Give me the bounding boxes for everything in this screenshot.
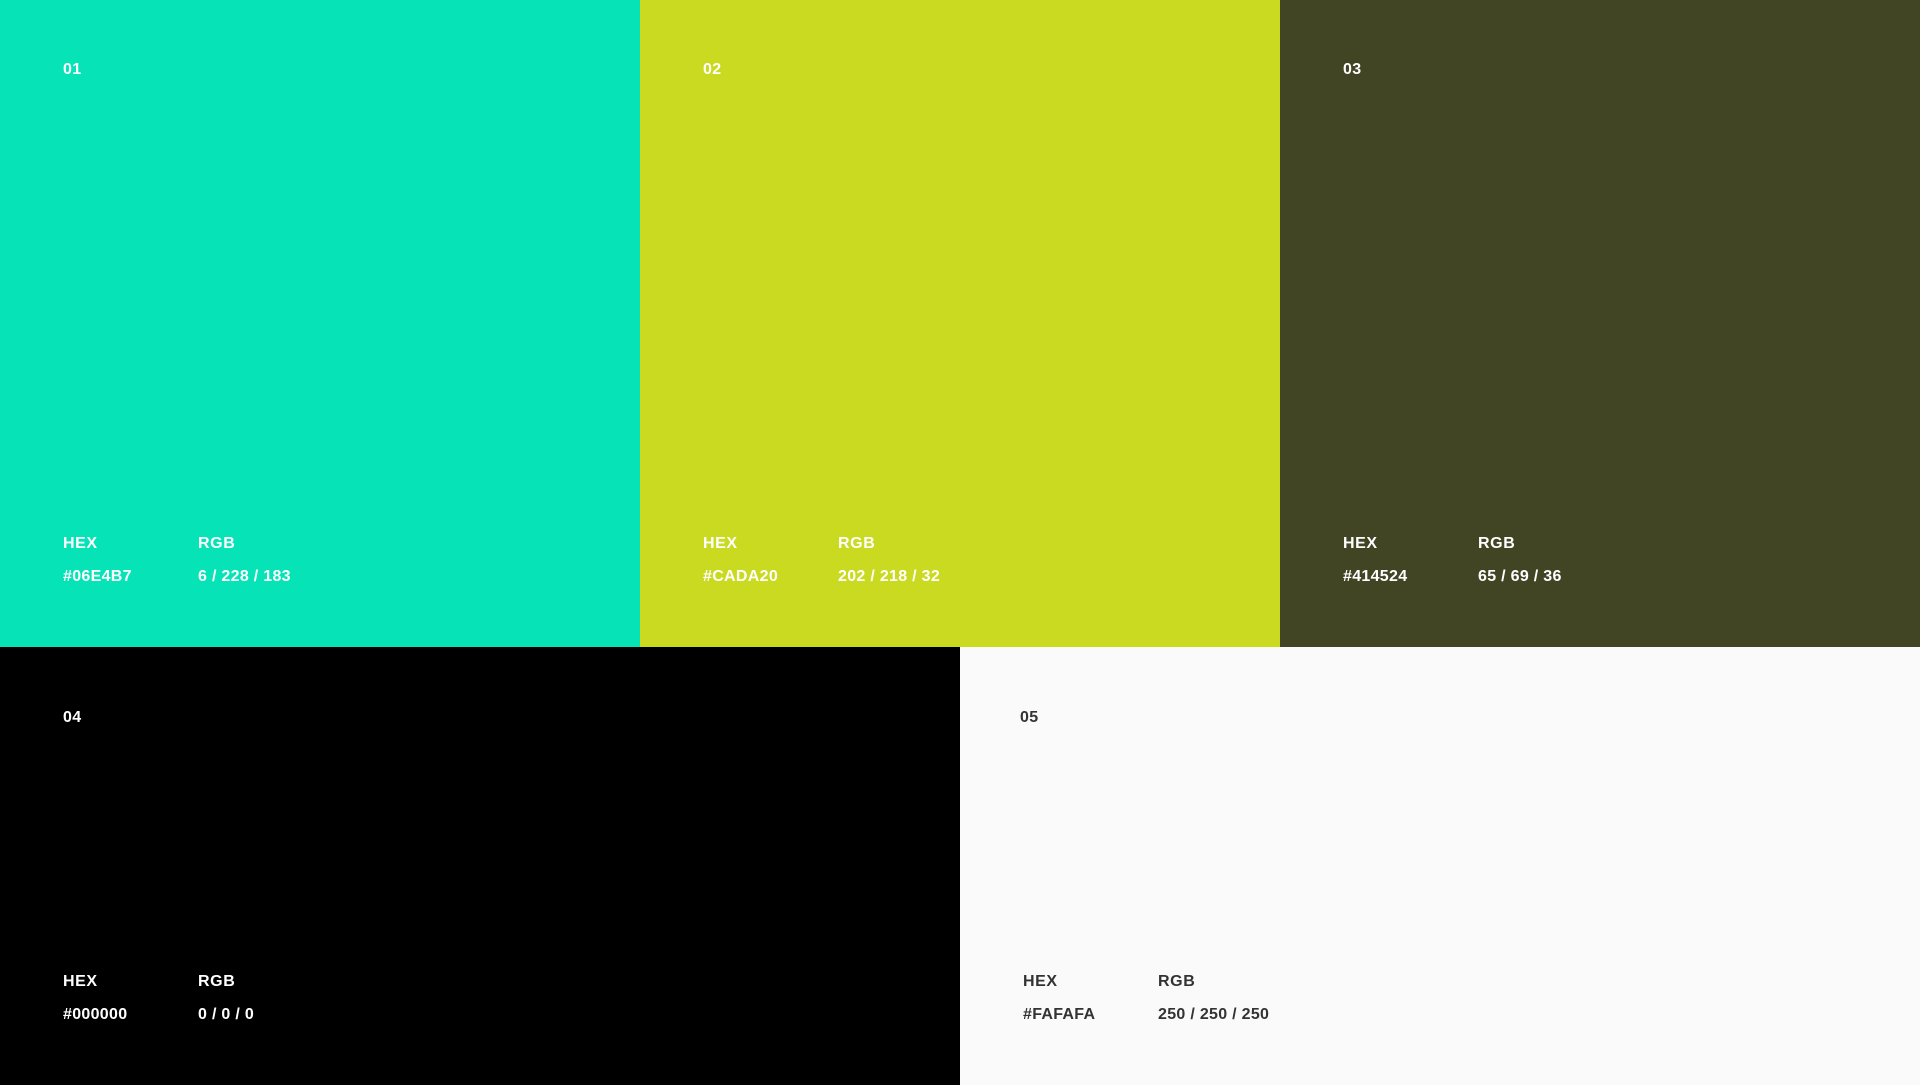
palette-row-top: 01 HEX #06E4B7 RGB 6 / 228 / 183 02 HEX … bbox=[0, 0, 1920, 647]
swatch-number: 01 bbox=[63, 61, 82, 78]
hex-value: #CADA20 bbox=[703, 568, 779, 585]
rgb-spec: RGB 65 / 69 / 36 bbox=[1478, 535, 1613, 586]
rgb-spec: RGB 0 / 0 / 0 bbox=[198, 973, 333, 1024]
swatch-specs: HEX #FAFAFA RGB 250 / 250 / 250 bbox=[1023, 973, 1293, 1024]
palette-row-bottom: 04 HEX #000000 RGB 0 / 0 / 0 05 HEX #FAF… bbox=[0, 647, 1920, 1085]
swatch-specs: HEX #06E4B7 RGB 6 / 228 / 183 bbox=[63, 535, 333, 586]
swatch-specs: HEX #000000 RGB 0 / 0 / 0 bbox=[63, 973, 333, 1024]
hex-label: HEX bbox=[1023, 973, 1058, 990]
rgb-value: 250 / 250 / 250 bbox=[1158, 1006, 1270, 1023]
rgb-label: RGB bbox=[1478, 535, 1516, 552]
rgb-spec: RGB 202 / 218 / 32 bbox=[838, 535, 973, 586]
hex-value: #414524 bbox=[1343, 568, 1408, 585]
swatch-01: 01 HEX #06E4B7 RGB 6 / 228 / 183 bbox=[0, 0, 640, 647]
rgb-spec: RGB 6 / 228 / 183 bbox=[198, 535, 333, 586]
hex-label: HEX bbox=[1343, 535, 1378, 552]
rgb-label: RGB bbox=[838, 535, 876, 552]
hex-spec: HEX #000000 bbox=[63, 973, 198, 1024]
hex-value: #000000 bbox=[63, 1006, 128, 1023]
swatch-05: 05 HEX #FAFAFA RGB 250 / 250 / 250 bbox=[960, 647, 1920, 1085]
hex-value: #FAFAFA bbox=[1023, 1006, 1096, 1023]
hex-spec: HEX #CADA20 bbox=[703, 535, 838, 586]
swatch-04: 04 HEX #000000 RGB 0 / 0 / 0 bbox=[0, 647, 960, 1085]
hex-spec: HEX #414524 bbox=[1343, 535, 1478, 586]
hex-label: HEX bbox=[63, 973, 98, 990]
rgb-label: RGB bbox=[198, 535, 236, 552]
hex-value: #06E4B7 bbox=[63, 568, 132, 585]
swatch-specs: HEX #414524 RGB 65 / 69 / 36 bbox=[1343, 535, 1613, 586]
hex-label: HEX bbox=[703, 535, 738, 552]
swatch-number: 04 bbox=[63, 709, 82, 726]
swatch-specs: HEX #CADA20 RGB 202 / 218 / 32 bbox=[703, 535, 973, 586]
swatch-02: 02 HEX #CADA20 RGB 202 / 218 / 32 bbox=[640, 0, 1280, 647]
rgb-label: RGB bbox=[1158, 973, 1196, 990]
swatch-03: 03 HEX #414524 RGB 65 / 69 / 36 bbox=[1280, 0, 1920, 647]
swatch-number: 05 bbox=[1020, 709, 1039, 726]
color-palette: 01 HEX #06E4B7 RGB 6 / 228 / 183 02 HEX … bbox=[0, 0, 1920, 1085]
rgb-value: 65 / 69 / 36 bbox=[1478, 568, 1562, 585]
rgb-value: 0 / 0 / 0 bbox=[198, 1006, 255, 1023]
rgb-label: RGB bbox=[198, 973, 236, 990]
swatch-number: 03 bbox=[1343, 61, 1362, 78]
rgb-value: 202 / 218 / 32 bbox=[838, 568, 941, 585]
hex-spec: HEX #FAFAFA bbox=[1023, 973, 1158, 1024]
hex-spec: HEX #06E4B7 bbox=[63, 535, 198, 586]
swatch-number: 02 bbox=[703, 61, 722, 78]
hex-label: HEX bbox=[63, 535, 98, 552]
rgb-value: 6 / 228 / 183 bbox=[198, 568, 291, 585]
rgb-spec: RGB 250 / 250 / 250 bbox=[1158, 973, 1293, 1024]
